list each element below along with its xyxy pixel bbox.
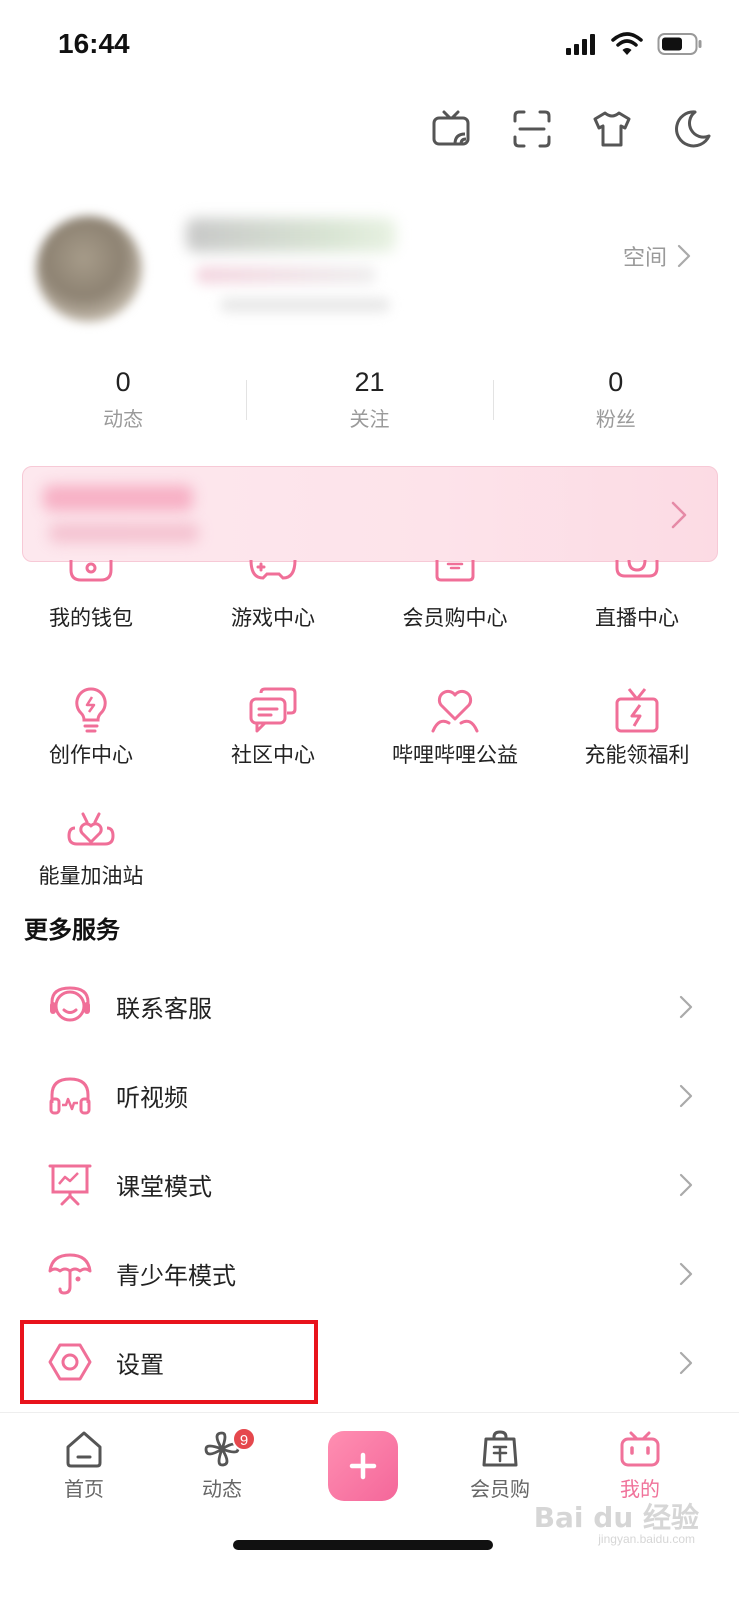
wifi-icon [611,32,643,55]
menu-label: 青少年模式 [116,1262,236,1290]
status-time: 16:44 [58,28,130,59]
space-label: 空间 [622,246,667,271]
service-label: 哔哩哔哩公益 [392,743,518,767]
gift-bolt-icon [615,688,659,733]
avatar[interactable] [36,216,142,322]
wallet-icon [69,560,113,582]
classroom-icon [48,1164,92,1206]
service-charity[interactable]: 哔哩哔哩公益 [364,681,546,802]
stats-row: 0 动态 21 关注 0 粉丝 [0,362,739,452]
tab-dynamics[interactable]: 9 动态 [162,1413,282,1502]
menu-item-listen-video[interactable]: 听视频 [0,1051,739,1140]
plus-icon [349,1452,377,1480]
menu-item-classroom-mode[interactable]: 课堂模式 [0,1140,739,1229]
service-creator-center[interactable]: 创作中心 [0,681,182,802]
notification-badge: 9 [232,1427,256,1451]
shopping-bag-icon [482,1430,518,1467]
battery-icon [657,33,702,55]
profile-header[interactable]: 空间 [0,196,739,336]
stat-value: 21 [354,367,385,397]
tv-mascot-icon [620,1431,660,1467]
service-label: 能量加油站 [38,864,144,888]
service-label: 会员购中心 [402,606,508,630]
stat-value: 0 [608,367,624,397]
chevron-right-icon [679,1084,693,1108]
shopping-bag-icon [435,560,475,582]
chevron-right-icon [679,1351,693,1375]
vip-banner[interactable] [22,466,718,562]
chevron-right-icon [679,1173,693,1197]
service-vip-shop[interactable]: 会员购中心 [364,560,546,681]
tab-label: 动态 [202,1477,242,1501]
service-grid: 我的钱包 游戏中心 会员购中心 直播中心 创作中心 社区中心 哔哩哔哩公益 充能… [0,559,739,923]
status-icons [565,32,703,56]
menu-label: 课堂模式 [116,1173,212,1201]
status-bar: 16:44 [0,0,739,90]
more-services-title: 更多服务 [24,916,120,944]
home-icon [66,1431,102,1468]
baidu-watermark-url: jingyan.baidu.com [598,1532,695,1546]
headphones-icon [49,1077,91,1115]
chat-bubbles-icon [249,687,297,733]
space-link[interactable]: 空间 [623,240,691,272]
chevron-right-icon [677,244,691,268]
tab-mine[interactable]: 我的 [580,1413,700,1502]
service-live-center[interactable]: 直播中心 [546,559,728,681]
vip-subtitle-blurred [49,523,199,543]
umbrella-icon [48,1253,92,1295]
stat-dynamics[interactable]: 0 动态 [0,362,246,452]
chevron-right-icon [671,501,687,529]
stat-label: 关注 [349,407,390,431]
username-blurred [186,218,396,252]
stat-label: 动态 [103,407,144,431]
menu-label: 联系客服 [116,995,212,1023]
tshirt-icon[interactable] [591,108,633,150]
service-label: 我的钱包 [49,606,133,630]
chevron-right-icon [679,995,693,1019]
service-community-center[interactable]: 社区中心 [182,681,364,802]
publish-button[interactable] [328,1431,398,1501]
tab-label: 首页 [64,1477,104,1501]
home-indicator[interactable] [233,1540,493,1550]
heart-hands-icon [431,689,479,733]
service-label: 直播中心 [595,606,679,630]
menu-label: 听视频 [116,1084,188,1112]
customer-service-icon [50,986,90,1022]
menu-item-teen-mode[interactable]: 青少年模式 [0,1229,739,1318]
top-actions [431,108,713,150]
tab-home[interactable]: 首页 [24,1413,144,1502]
heart-station-icon [67,812,115,846]
settings-highlight-annotation [20,1320,318,1404]
coins-info-blurred [220,298,390,312]
gamepad-icon [249,559,297,580]
stat-fans[interactable]: 0 粉丝 [492,362,739,452]
chevron-right-icon [679,1262,693,1286]
cast-tv-icon[interactable] [431,108,473,150]
scan-icon[interactable] [511,108,553,150]
live-tv-icon [615,559,659,578]
vip-title-blurred [43,485,193,511]
menu-item-customer-service[interactable]: 联系客服 [0,962,739,1051]
stat-following[interactable]: 21 关注 [246,362,492,452]
service-wallet[interactable]: 我的钱包 [0,560,182,681]
service-label: 游戏中心 [231,606,315,630]
service-game-center[interactable]: 游戏中心 [182,559,364,681]
baidu-watermark: Bai du 经验 [533,1501,699,1534]
tab-vip-shop[interactable]: 会员购 [440,1413,560,1502]
service-label: 创作中心 [49,743,133,767]
level-badge-blurred [196,266,376,284]
service-energy-station[interactable]: 能量加油站 [0,802,182,923]
stat-value: 0 [115,367,131,397]
night-mode-icon[interactable] [671,108,713,150]
lightbulb-icon [75,687,107,733]
service-label: 充能领福利 [584,743,690,767]
service-label: 社区中心 [231,743,315,767]
cellular-signal-icon [566,34,595,55]
stat-label: 粉丝 [595,407,636,431]
service-welfare[interactable]: 充能领福利 [546,681,728,802]
